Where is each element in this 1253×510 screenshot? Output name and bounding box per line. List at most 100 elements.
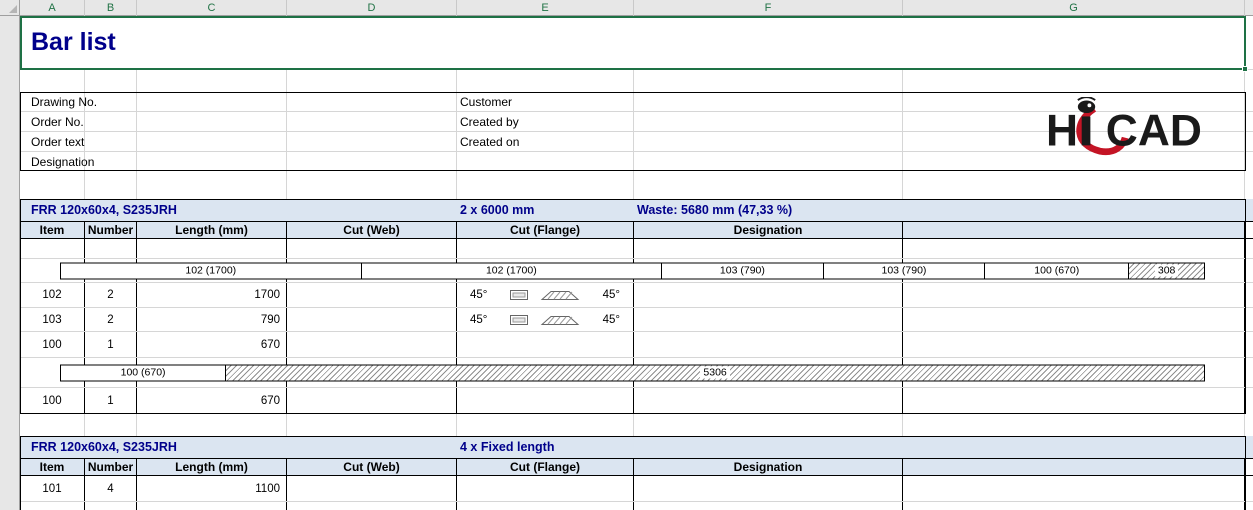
- grid-cell[interactable]: [85, 502, 137, 510]
- grid-cell[interactable]: [85, 112, 137, 131]
- label-customer[interactable]: Customer: [457, 92, 634, 111]
- cell-length[interactable]: 1100: [137, 476, 287, 501]
- column-header-e[interactable]: E: [457, 0, 634, 16]
- grid-cell[interactable]: [287, 239, 457, 258]
- grid-cell[interactable]: [287, 152, 457, 171]
- grid-cell[interactable]: [287, 70, 457, 92]
- col-header-extra[interactable]: [903, 459, 1245, 475]
- label-order-text[interactable]: Order text: [20, 132, 85, 151]
- cell-designation[interactable]: [634, 476, 903, 501]
- cell-number[interactable]: 2: [85, 283, 137, 307]
- grid-cell[interactable]: [903, 239, 1245, 258]
- grid-cell[interactable]: [85, 92, 137, 111]
- grid-cell[interactable]: [634, 436, 1245, 458]
- label-created-on[interactable]: Created on: [457, 132, 634, 151]
- col-header-cut-web[interactable]: Cut (Web): [287, 459, 457, 475]
- col-header-item[interactable]: Item: [20, 222, 85, 238]
- grid-cell[interactable]: [457, 152, 634, 171]
- grid-cell[interactable]: [634, 502, 903, 510]
- grid-cell[interactable]: [903, 70, 1245, 92]
- select-all-corner[interactable]: [0, 0, 20, 16]
- section2-title[interactable]: FRR 120x60x4, S235JRH: [20, 436, 457, 458]
- cell-item[interactable]: 102: [20, 283, 85, 307]
- col-header-number[interactable]: Number: [85, 222, 137, 238]
- col-header-length[interactable]: Length (mm): [137, 459, 287, 475]
- grid-cell[interactable]: [457, 414, 634, 436]
- grid-cell[interactable]: [85, 132, 137, 151]
- page-title[interactable]: Bar list: [20, 16, 1253, 69]
- grid-cell[interactable]: [903, 332, 1245, 357]
- grid-cell[interactable]: [20, 502, 85, 510]
- cell-designation[interactable]: [634, 332, 903, 357]
- cell-cut-web[interactable]: [287, 283, 457, 307]
- label-drawing-no[interactable]: Drawing No.: [20, 92, 85, 111]
- section1-title[interactable]: FRR 120x60x4, S235JRH: [20, 199, 457, 221]
- cell-item[interactable]: 103: [20, 308, 85, 331]
- col-header-cut-flange[interactable]: Cut (Flange): [457, 222, 634, 238]
- label-order-no[interactable]: Order No.: [20, 112, 85, 131]
- grid-cell[interactable]: [85, 171, 137, 199]
- column-header-c[interactable]: C: [137, 0, 287, 16]
- grid-cell[interactable]: [634, 152, 903, 171]
- column-header-d[interactable]: D: [287, 0, 457, 16]
- cell-length[interactable]: 1700: [137, 283, 287, 307]
- section2-stock-size[interactable]: 4 x Fixed length: [457, 436, 634, 458]
- grid-cell[interactable]: [287, 92, 457, 111]
- col-header-designation[interactable]: Designation: [634, 459, 903, 475]
- grid-cell[interactable]: [903, 283, 1245, 307]
- cell-cut-flange[interactable]: 45° 45°: [457, 283, 634, 307]
- col-header-cut-web[interactable]: Cut (Web): [287, 222, 457, 238]
- column-header-a[interactable]: A: [20, 0, 85, 16]
- cell-cut-web[interactable]: [287, 388, 457, 414]
- grid-cell[interactable]: [634, 132, 903, 151]
- grid-cell[interactable]: [85, 70, 137, 92]
- grid-cell[interactable]: [634, 70, 903, 92]
- cell-length[interactable]: 670: [137, 332, 287, 357]
- cell-cut-web[interactable]: [287, 308, 457, 331]
- cell-designation[interactable]: [634, 283, 903, 307]
- grid-cell[interactable]: [20, 70, 85, 92]
- cell-number[interactable]: 1: [85, 388, 137, 414]
- cell-number[interactable]: 4: [85, 476, 137, 501]
- grid-cell[interactable]: [137, 502, 287, 510]
- grid-cell[interactable]: [85, 239, 137, 258]
- column-header-g[interactable]: G: [903, 0, 1245, 16]
- col-header-extra[interactable]: [903, 222, 1245, 238]
- grid-cell[interactable]: [457, 171, 634, 199]
- label-designation[interactable]: Designation: [20, 152, 85, 171]
- grid-cell[interactable]: [903, 308, 1245, 331]
- grid-cell[interactable]: [137, 70, 287, 92]
- grid-cell[interactable]: [634, 92, 903, 111]
- grid-cell[interactable]: [903, 476, 1245, 501]
- cell-cut-flange[interactable]: [457, 388, 634, 414]
- cell-designation[interactable]: [634, 388, 903, 414]
- column-header-b[interactable]: B: [85, 0, 137, 16]
- col-header-cut-flange[interactable]: Cut (Flange): [457, 459, 634, 475]
- cell-item[interactable]: 100: [20, 388, 85, 414]
- grid-cell[interactable]: [137, 92, 287, 111]
- cell-cut-flange[interactable]: 45° 45°: [457, 308, 634, 331]
- grid-cell[interactable]: [903, 414, 1245, 436]
- cell-item[interactable]: 101: [20, 476, 85, 501]
- section1-stock-size[interactable]: 2 x 6000 mm: [457, 199, 634, 221]
- col-header-length[interactable]: Length (mm): [137, 222, 287, 238]
- grid-cell[interactable]: [137, 414, 287, 436]
- grid-cell[interactable]: [287, 502, 457, 510]
- grid-cell[interactable]: [20, 239, 85, 258]
- grid-cell[interactable]: [85, 414, 137, 436]
- grid-cell[interactable]: [287, 112, 457, 131]
- cell-cut-flange[interactable]: [457, 332, 634, 357]
- cell-length[interactable]: 670: [137, 388, 287, 414]
- grid-cell[interactable]: [287, 132, 457, 151]
- col-header-designation[interactable]: Designation: [634, 222, 903, 238]
- grid-cell[interactable]: [85, 152, 137, 171]
- cell-cut-flange[interactable]: [457, 476, 634, 501]
- grid-cell[interactable]: [137, 132, 287, 151]
- grid-cell[interactable]: [634, 171, 903, 199]
- cell-cut-web[interactable]: [287, 476, 457, 501]
- grid-cell[interactable]: [20, 414, 85, 436]
- grid-cell[interactable]: [634, 414, 903, 436]
- cell-designation[interactable]: [634, 308, 903, 331]
- section1-waste-info[interactable]: Waste: 5680 mm (47,33 %): [634, 199, 1245, 221]
- cell-item[interactable]: 100: [20, 332, 85, 357]
